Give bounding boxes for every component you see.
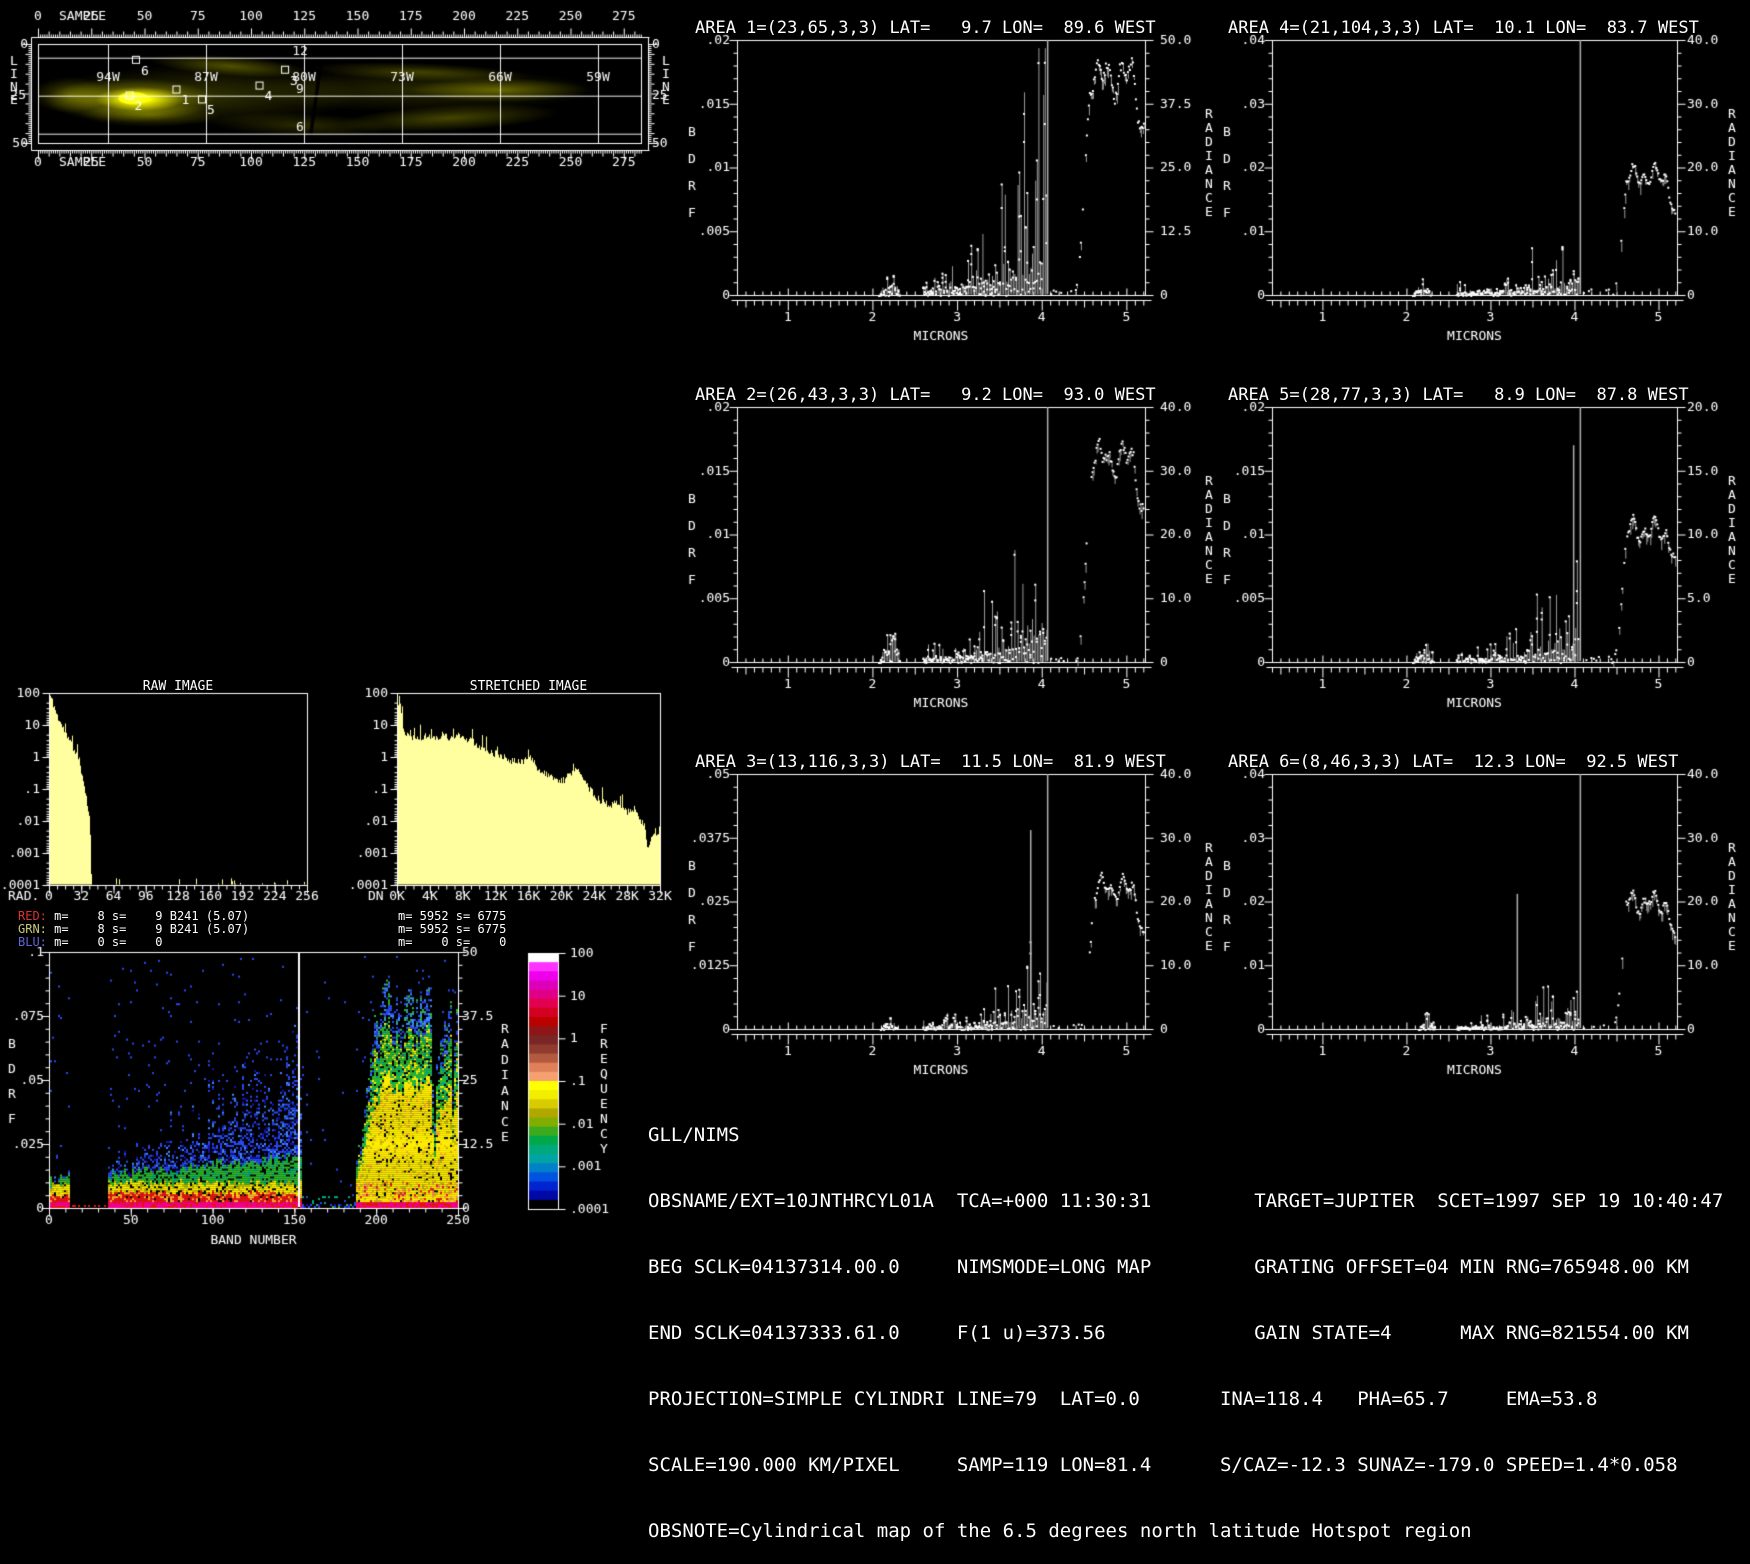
info-line-begsclk: BEG SCLK=04137314.00.0 NIMSMODE=LONG MAP… xyxy=(648,1256,1723,1278)
bdrf-band-frequency-heatmap xyxy=(0,938,640,1250)
area2-title: AREA 2=(26,43,3,3) LAT= 9.2 LON= 93.0 WE… xyxy=(695,385,1156,405)
raw-stats-red: RED: m= 8 s= 9 B241 (5.07) xyxy=(18,909,249,923)
context-map-panel xyxy=(0,0,680,180)
area6-title: AREA 6=(8,46,3,3) LAT= 12.3 LON= 92.5 WE… xyxy=(1228,752,1678,772)
nims-analysis-screen: { "colors": { "background": "#000000", "… xyxy=(0,0,1750,1250)
info-line-projection: PROJECTION=SIMPLE CYLINDRI LINE=79 LAT=0… xyxy=(648,1388,1723,1410)
red-channel-label: RED: xyxy=(18,909,47,923)
info-line-mission: GLL/NIMS xyxy=(648,1124,1723,1146)
red-channel-stats: m= 8 s= 9 B241 (5.07) xyxy=(47,909,249,923)
observation-info-block: GLL/NIMS OBSNAME/EXT=10JNTHRCYL01A TCA=+… xyxy=(648,1080,1723,1564)
area3-title: AREA 3=(13,116,3,3) LAT= 11.5 LON= 81.9 … xyxy=(695,752,1166,772)
info-line-obsnote: OBSNOTE=Cylindrical map of the 6.5 degre… xyxy=(648,1520,1723,1542)
info-line-scale: SCALE=190.000 KM/PIXEL SAMP=119 LON=81.4… xyxy=(648,1454,1723,1476)
area5-spectrum-plot xyxy=(1135,375,1750,715)
raw-image-title: RAW IMAGE xyxy=(49,679,307,694)
info-line-obsname: OBSNAME/EXT=10JNTHRCYL01A TCA=+000 11:30… xyxy=(648,1190,1723,1212)
area5-title: AREA 5=(28,77,3,3) LAT= 8.9 LON= 87.8 WE… xyxy=(1228,385,1689,405)
stretched-stats-1: m= 5952 s= 6775 xyxy=(398,909,506,923)
area4-spectrum-plot xyxy=(1135,8,1750,348)
grn-channel-label: GRN: xyxy=(18,922,47,936)
stretched-stats-3: m= 0 s= 0 xyxy=(398,935,506,949)
stretched-image-title: STRETCHED IMAGE xyxy=(397,679,660,694)
area1-title: AREA 1=(23,65,3,3) LAT= 9.7 LON= 89.6 WE… xyxy=(695,18,1156,38)
raw-stats-blu: BLU: m= 0 s= 0 xyxy=(18,935,163,949)
raw-stats-grn: GRN: m= 8 s= 9 B241 (5.07) xyxy=(18,922,249,936)
area6-spectrum-plot xyxy=(1135,742,1750,1082)
stretched-stats-2: m= 5952 s= 6775 xyxy=(398,922,506,936)
grn-channel-stats: m= 8 s= 9 B241 (5.07) xyxy=(47,922,249,936)
blu-channel-stats: m= 0 s= 0 xyxy=(47,935,163,949)
blu-channel-label: BLU: xyxy=(18,935,47,949)
info-line-endsclk: END SCLK=04137333.61.0 F(1 u)=373.56 GAI… xyxy=(648,1322,1723,1344)
area4-title: AREA 4=(21,104,3,3) LAT= 10.1 LON= 83.7 … xyxy=(1228,18,1699,38)
